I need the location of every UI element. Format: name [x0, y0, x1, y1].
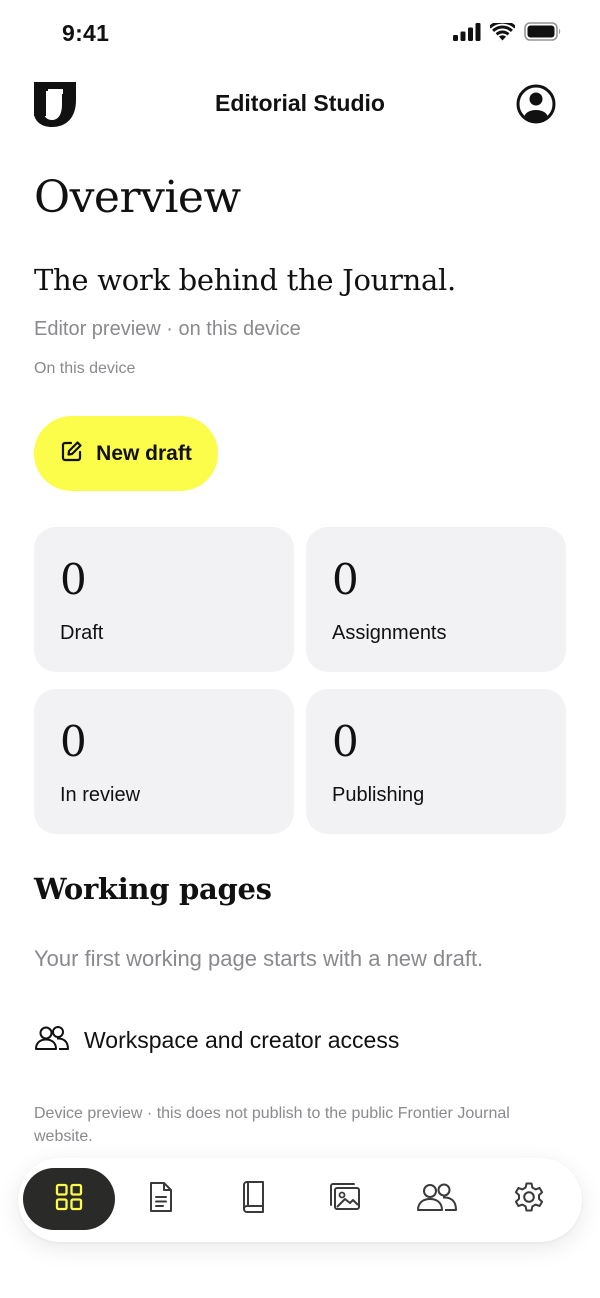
stat-value: 0: [332, 555, 359, 604]
tab-drafts[interactable]: [115, 1168, 207, 1230]
device-note: On this device: [34, 360, 136, 377]
stat-label: Publishing: [332, 784, 425, 806]
stat-value: 0: [60, 555, 87, 604]
account-icon: [515, 84, 557, 129]
page-title: Overview: [34, 172, 241, 223]
stat-card-in-review[interactable]: 0 In review: [34, 689, 294, 834]
stat-card-assignments[interactable]: 0 Assignments: [306, 527, 566, 672]
battery-icon: [524, 22, 562, 41]
tab-journal[interactable]: [207, 1168, 299, 1230]
status-bar: 9:41: [0, 0, 600, 66]
app-title: Editorial Studio: [215, 90, 385, 116]
tab-people[interactable]: [391, 1168, 483, 1230]
working-pages-title: Working pages: [34, 872, 272, 906]
stat-label: In review: [60, 784, 141, 806]
editorial-studio-screen: 9:41 Editorial Studio Overview The work …: [0, 0, 600, 1298]
tab-overview[interactable]: [23, 1168, 115, 1230]
page-tagline: The work behind the Journal.: [34, 263, 456, 297]
workspace-access-link[interactable]: Workspace and creator access: [34, 1020, 399, 1060]
home-indicator-area: [0, 1250, 600, 1298]
new-draft-label: New draft: [96, 441, 192, 465]
device-preview-footnote: Device preview · this does not publish t…: [34, 1105, 510, 1145]
image-gallery-icon: [328, 1181, 362, 1218]
new-draft-button[interactable]: New draft: [34, 416, 218, 491]
tab-bar: [18, 1158, 582, 1242]
workspace-access-label: Workspace and creator access: [84, 1026, 400, 1053]
tab-settings[interactable]: [483, 1168, 575, 1230]
cellular-signal-icon: [453, 22, 481, 41]
status-icons: [453, 22, 562, 41]
people-icon: [34, 1025, 70, 1056]
wifi-icon: [490, 22, 515, 41]
people-icon: [416, 1182, 458, 1217]
stat-label: Draft: [60, 622, 104, 644]
stat-card-publishing[interactable]: 0 Publishing: [306, 689, 566, 834]
gear-icon: [512, 1180, 546, 1219]
account-button[interactable]: [515, 83, 557, 125]
book-icon: [238, 1180, 268, 1219]
compose-icon: [60, 439, 84, 468]
status-time: 9:41: [62, 20, 110, 46]
preview-subtitle: Editor preview · on this device: [34, 318, 301, 340]
stat-value: 0: [332, 717, 359, 766]
stat-card-draft[interactable]: 0 Draft: [34, 527, 294, 672]
app-header: Editorial Studio: [0, 72, 600, 134]
grid-icon: [54, 1182, 84, 1217]
tab-media[interactable]: [299, 1168, 391, 1230]
stat-value: 0: [60, 717, 87, 766]
working-pages-empty-text: Your first working page starts with a ne…: [34, 946, 484, 971]
stat-label: Assignments: [332, 622, 447, 644]
document-icon: [146, 1180, 176, 1219]
